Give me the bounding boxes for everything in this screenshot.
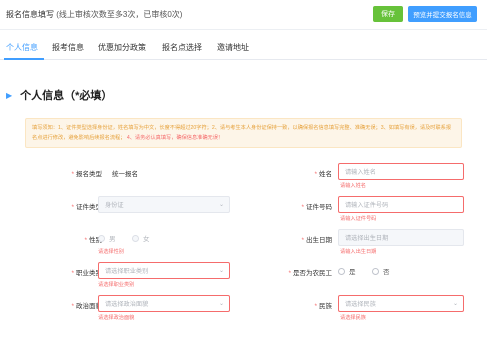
birth-error: 请输入出生日期: [340, 249, 377, 255]
id-type-label: * 证件类型: [71, 204, 102, 211]
save-button[interactable]: 保存: [373, 6, 403, 22]
name-label: * 姓名: [314, 171, 332, 178]
migrant-yes-radio[interactable]: 是: [338, 266, 356, 276]
active-tab-indicator: [4, 58, 44, 60]
page-title: 报名信息填写 (线上审核次数至多3次，已审核0次): [6, 9, 182, 20]
id-number-error: 请输入证件号码: [340, 216, 377, 222]
tab-personal-info[interactable]: 个人信息: [6, 42, 38, 53]
form-tabs: 个人信息 报考信息 优惠加分政策 报名点选择 邀请地址: [0, 36, 487, 60]
migrant-no-radio[interactable]: 否: [372, 266, 390, 276]
tag-type-label: * 报名类型: [71, 171, 102, 178]
section-title: 个人信息（*必填）: [20, 90, 113, 102]
name-input[interactable]: 请输入姓名: [338, 163, 464, 180]
name-error: 请输入姓名: [340, 183, 366, 189]
occupation-select[interactable]: 请选择职业类别 ⌄: [98, 262, 230, 279]
occupation-error: 请选择职业类别: [98, 282, 135, 288]
chevron-down-icon: ⌄: [452, 301, 458, 307]
politics-select[interactable]: 请选择政治面貌 ⌄: [98, 295, 230, 312]
preview-submit-button[interactable]: 预览并提交报名信息: [408, 6, 477, 22]
id-type-select[interactable]: 身份证 ⌄: [98, 196, 230, 213]
audit-count-note: (线上审核次数至多3次，已审核0次): [56, 10, 183, 19]
notice-box: 填写须知：1、证件类型选择身份证，姓名填写为中文，长度不得超过20字符；2、请与…: [25, 118, 462, 148]
birth-label: * 出生日期: [301, 237, 332, 244]
notice-highlight: 4、请务必认真填写，确保信息准确无误！: [126, 135, 224, 141]
tab-invite-address[interactable]: 邀请地址: [217, 42, 249, 53]
section-header: ▶ 个人信息（*必填）: [6, 88, 112, 102]
chevron-down-icon: ⌄: [218, 202, 224, 208]
chevron-right-icon: ▶: [6, 90, 13, 100]
chevron-down-icon: ⌄: [218, 268, 224, 274]
politics-error: 请选择政治面貌: [98, 315, 135, 321]
birth-date-picker[interactable]: 请选择出生日期: [338, 229, 464, 246]
gender-label: * 性别: [84, 237, 102, 244]
politics-label: * 政治面貌: [71, 303, 102, 310]
top-bar: 报名信息填写 (线上审核次数至多3次，已审核0次) 保存 预览并提交报名信息: [0, 0, 487, 30]
gender-male-radio[interactable]: 男: [98, 233, 116, 243]
tab-exam-info[interactable]: 报考信息: [52, 42, 84, 53]
tab-site-selection[interactable]: 报名点选择: [162, 42, 202, 53]
ethnicity-error: 请选择民族: [340, 315, 366, 321]
notice-text: 填写须知：1、证件类型选择身份证，姓名填写为中文，长度不得超过20字符；2、请与…: [32, 125, 452, 141]
migrant-label: * 是否为农民工: [288, 270, 332, 277]
ethnicity-select[interactable]: 请选择民族 ⌄: [338, 295, 464, 312]
id-number-label: * 证件号码: [301, 204, 332, 211]
tag-type-value: 统一报名: [112, 171, 138, 178]
chevron-down-icon: ⌄: [218, 301, 224, 307]
occupation-label: * 职业类别: [71, 270, 102, 277]
gender-error: 请选择性别: [98, 249, 124, 255]
tab-bonus-policy[interactable]: 优惠加分政策: [98, 42, 146, 53]
gender-female-radio[interactable]: 女: [132, 233, 150, 243]
page-title-text: 报名信息填写: [6, 10, 54, 19]
id-number-input[interactable]: 请输入证件号码: [338, 196, 464, 213]
ethnicity-label: * 民族: [314, 303, 332, 310]
